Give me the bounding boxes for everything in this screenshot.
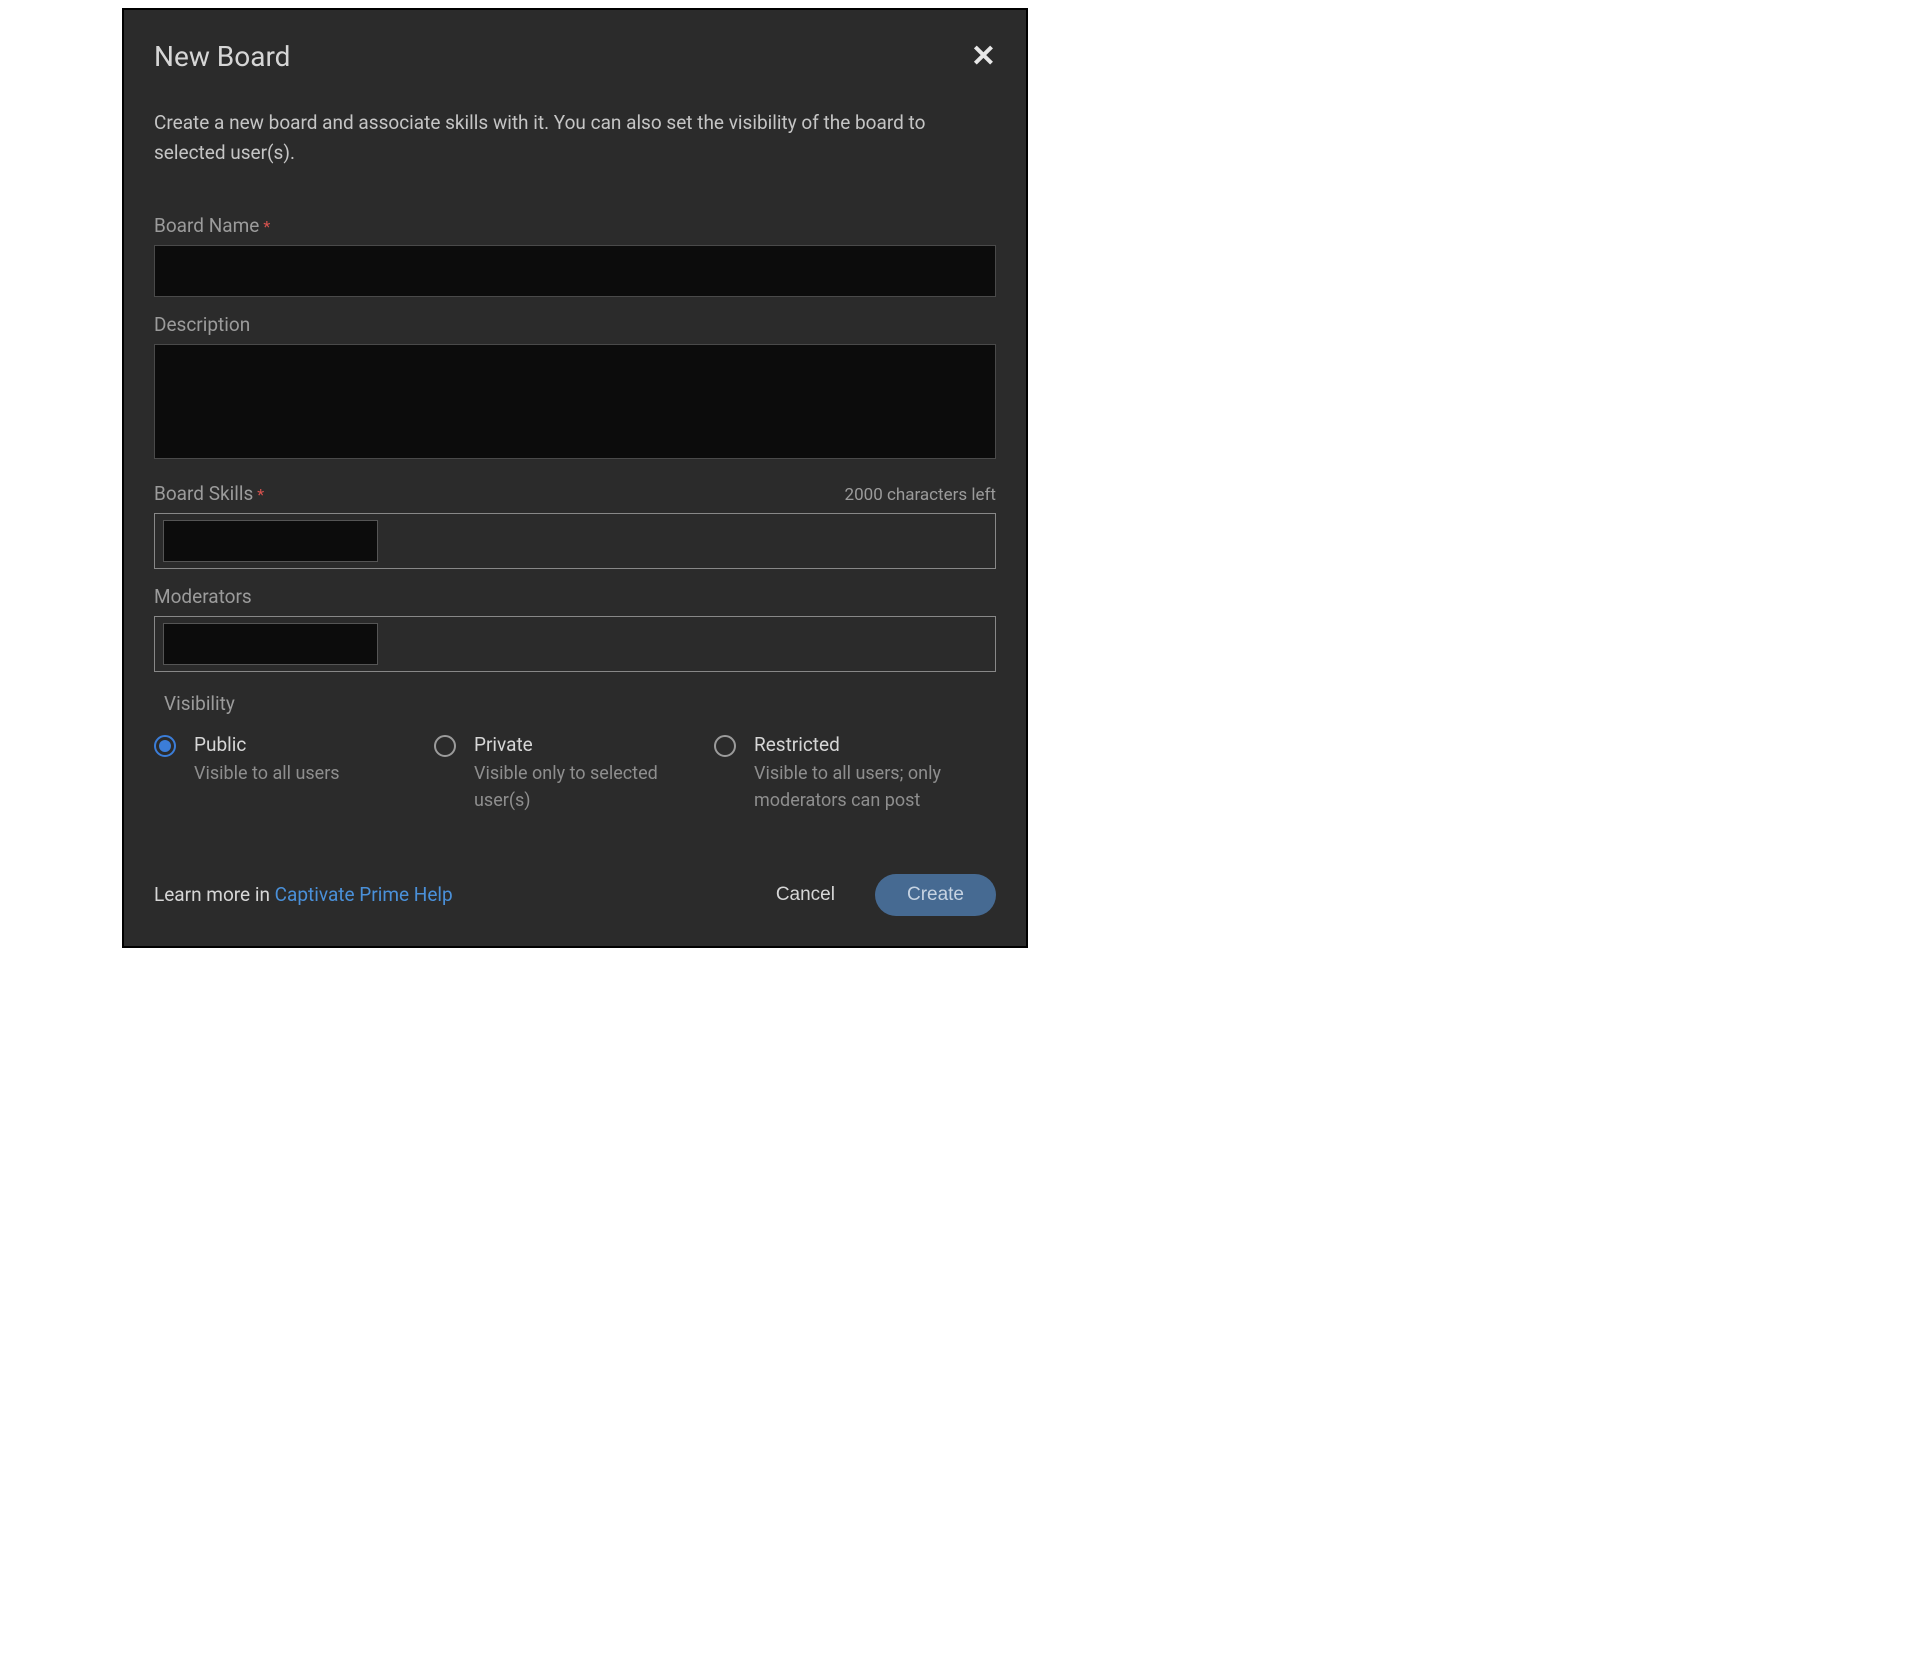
moderators-tag-container[interactable]: [154, 616, 996, 672]
moderators-input[interactable]: [163, 623, 378, 665]
board-name-label: Board Name: [154, 214, 259, 237]
board-skills-label: Board Skills: [154, 482, 253, 505]
footer-buttons: Cancel Create: [776, 874, 996, 916]
board-skills-input[interactable]: [163, 520, 378, 562]
description-label: Description: [154, 313, 250, 336]
help-prefix: Learn more in: [154, 883, 275, 906]
board-name-input[interactable]: [154, 245, 996, 297]
visibility-option-public[interactable]: Public Visible to all users: [154, 733, 434, 814]
description-char-counter: 2000 characters left: [845, 485, 996, 505]
radio-icon: [714, 735, 736, 757]
moderators-field-group: Moderators: [154, 585, 996, 672]
help-text: Learn more in Captivate Prime Help: [154, 883, 453, 906]
visibility-option-desc: Visible to all users; only moderators ca…: [754, 760, 984, 814]
visibility-option-restricted[interactable]: Restricted Visible to all users; only mo…: [714, 733, 994, 814]
create-button[interactable]: Create: [875, 874, 996, 916]
visibility-option-title: Private: [474, 733, 704, 756]
visibility-section: Visibility Public Visible to all users P…: [154, 692, 996, 814]
board-skills-field-group: [154, 513, 996, 569]
modal-subtitle: Create a new board and associate skills …: [154, 108, 944, 169]
visibility-option-desc: Visible to all users: [194, 760, 340, 787]
radio-icon: [434, 735, 456, 757]
required-star-icon: *: [263, 217, 270, 236]
description-field-group: Description: [154, 313, 996, 463]
visibility-option-desc: Visible only to selected user(s): [474, 760, 704, 814]
required-star-icon: *: [257, 485, 264, 504]
cancel-button[interactable]: Cancel: [776, 884, 835, 906]
description-textarea[interactable]: [154, 344, 996, 459]
board-skills-header-row: Board Skills* 2000 characters left: [154, 479, 996, 513]
visibility-option-private[interactable]: Private Visible only to selected user(s): [434, 733, 714, 814]
visibility-label: Visibility: [164, 692, 996, 715]
visibility-options: Public Visible to all users Private Visi…: [154, 733, 996, 814]
new-board-modal: New Board ✕ Create a new board and assoc…: [122, 8, 1028, 948]
moderators-label: Moderators: [154, 585, 252, 608]
radio-icon: [154, 735, 176, 757]
board-skills-tag-container[interactable]: [154, 513, 996, 569]
modal-footer: Learn more in Captivate Prime Help Cance…: [154, 874, 996, 916]
modal-title: New Board: [154, 40, 290, 73]
visibility-option-title: Restricted: [754, 733, 984, 756]
help-link[interactable]: Captivate Prime Help: [275, 883, 453, 906]
modal-header: New Board ✕: [154, 40, 996, 73]
close-icon[interactable]: ✕: [971, 42, 996, 72]
board-name-field-group: Board Name*: [154, 214, 996, 297]
visibility-option-title: Public: [194, 733, 340, 756]
